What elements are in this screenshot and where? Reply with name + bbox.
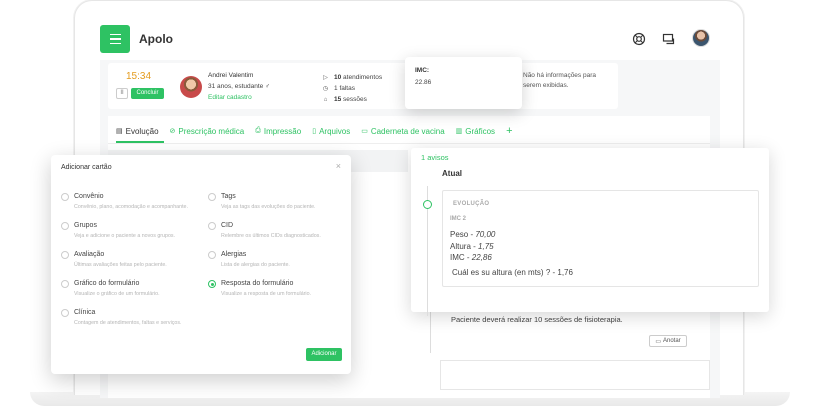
no-info-text: Não há informações para serem exibidas. [523,72,596,89]
support-icon[interactable] [632,32,646,46]
timeline-panel: 1 avisos Atual EVOLUÇÃO IMC 2 Peso - 70,… [411,148,769,316]
timeline-dot [423,200,432,209]
patient-name: Andrei Valentim [208,72,254,79]
radio-button[interactable] [208,251,216,259]
radio-button[interactable] [61,193,69,201]
note-card: Paciente deverá realizar 10 sessões de f… [430,311,710,353]
chart-icon: ▥ [455,128,463,135]
printer-icon: ⎙ [255,127,261,134]
tab-evolucao[interactable]: ▤ Evolução [116,124,159,138]
weight-line: Peso - 70,00 [450,230,496,239]
height-question: Cuál es su altura (en mts) ? - 1,76 [452,268,573,277]
user-avatar[interactable] [692,29,710,47]
evolution-values: Peso - 70,00 Altura - 1,75 IMC - 22,86 [450,229,495,264]
radio-button[interactable] [61,251,69,259]
evolution-title: EVOLUÇÃO [453,201,490,207]
play-icon: ▷ [323,75,328,81]
patient-card: 15:34 II Concluir Andrei Valentim 31 ano… [108,63,618,109]
height-line: Altura - 1,75 [450,241,494,251]
pill-icon: ⊘ [169,128,176,135]
imc-title: IMC: [415,67,430,74]
section-title: Atual [442,169,462,178]
patient-age: 31 anos, estudante ♂ [208,83,270,90]
close-icon[interactable]: × [336,161,341,171]
edit-profile-link[interactable]: Editar cadastro [208,94,252,101]
stat-sessions: ⌂ 15 sessões [323,96,367,103]
patient-avatar [180,76,202,98]
evolution-subtitle: IMC 2 [450,216,467,222]
note-icon: ▭ [655,338,661,345]
radio-button[interactable] [61,309,69,317]
evolution-card: EVOLUÇÃO IMC 2 Peso - 70,00 Altura - 1,7… [442,190,759,287]
vaccine-card-icon: ▭ [361,128,368,135]
tab-prescricao[interactable]: ⊘ Prescrição médica [170,124,245,138]
add-card-dialog: Adicionar cartão × Convênio Convênio, pl… [51,155,351,374]
next-note-card [440,360,710,390]
file-icon: ▯ [312,128,317,135]
imc-line: IMC - 22,86 [450,253,492,262]
radio-button[interactable] [61,280,69,288]
radio-button[interactable] [208,193,216,201]
conclude-button[interactable]: Concluir [131,88,164,99]
bell-icon: ⌂ [323,96,328,103]
radio-button[interactable] [61,222,69,230]
patient-stats: ▷ 10 atendimentos ◷ 1 faltas ⌂ 15 sessõe… [322,72,382,105]
add-tab-button[interactable]: + [506,124,512,138]
menu-button[interactable] [100,25,130,53]
stat-absences: ◷ 1 faltas [322,85,355,92]
document-icon: ▤ [116,128,123,135]
brand-title: Apolo [139,32,173,46]
tab-bar: ▤ Evolução ⊘ Prescrição médica ⎙ Impress… [116,124,513,138]
active-tab-indicator [116,141,164,143]
radio-button-selected[interactable] [208,280,216,288]
imc-popup: IMC: 22.86 [405,57,522,109]
session-timer: 15:34 [126,71,152,82]
tab-divider [108,143,710,144]
dialog-title: Adicionar cartão [61,164,112,171]
tab-arquivos[interactable]: ▯ Arquivos [312,124,350,138]
clock-icon: ◷ [322,86,329,92]
tab-graficos[interactable]: ▥ Gráficos [456,124,495,138]
imc-value: 22.86 [415,79,432,86]
chat-icon[interactable] [662,32,676,46]
add-button[interactable]: Adicionar [306,348,342,361]
tab-impressao[interactable]: ⎙ Impressão [255,124,301,138]
warnings-link[interactable]: 1 avisos [421,153,449,162]
tab-caderneta[interactable]: ▭ Caderneta de vacina [361,124,444,138]
menu-icon [109,33,121,36]
annotate-button[interactable]: ▭ Anotar [649,335,687,347]
stat-appointments: ▷ 10 atendimentos [323,74,383,81]
pause-button[interactable]: II [116,88,128,99]
note-text: Paciente deverá realizar 10 sessões de f… [451,315,623,324]
top-bar: Apolo [100,18,720,60]
radio-button[interactable] [208,222,216,230]
